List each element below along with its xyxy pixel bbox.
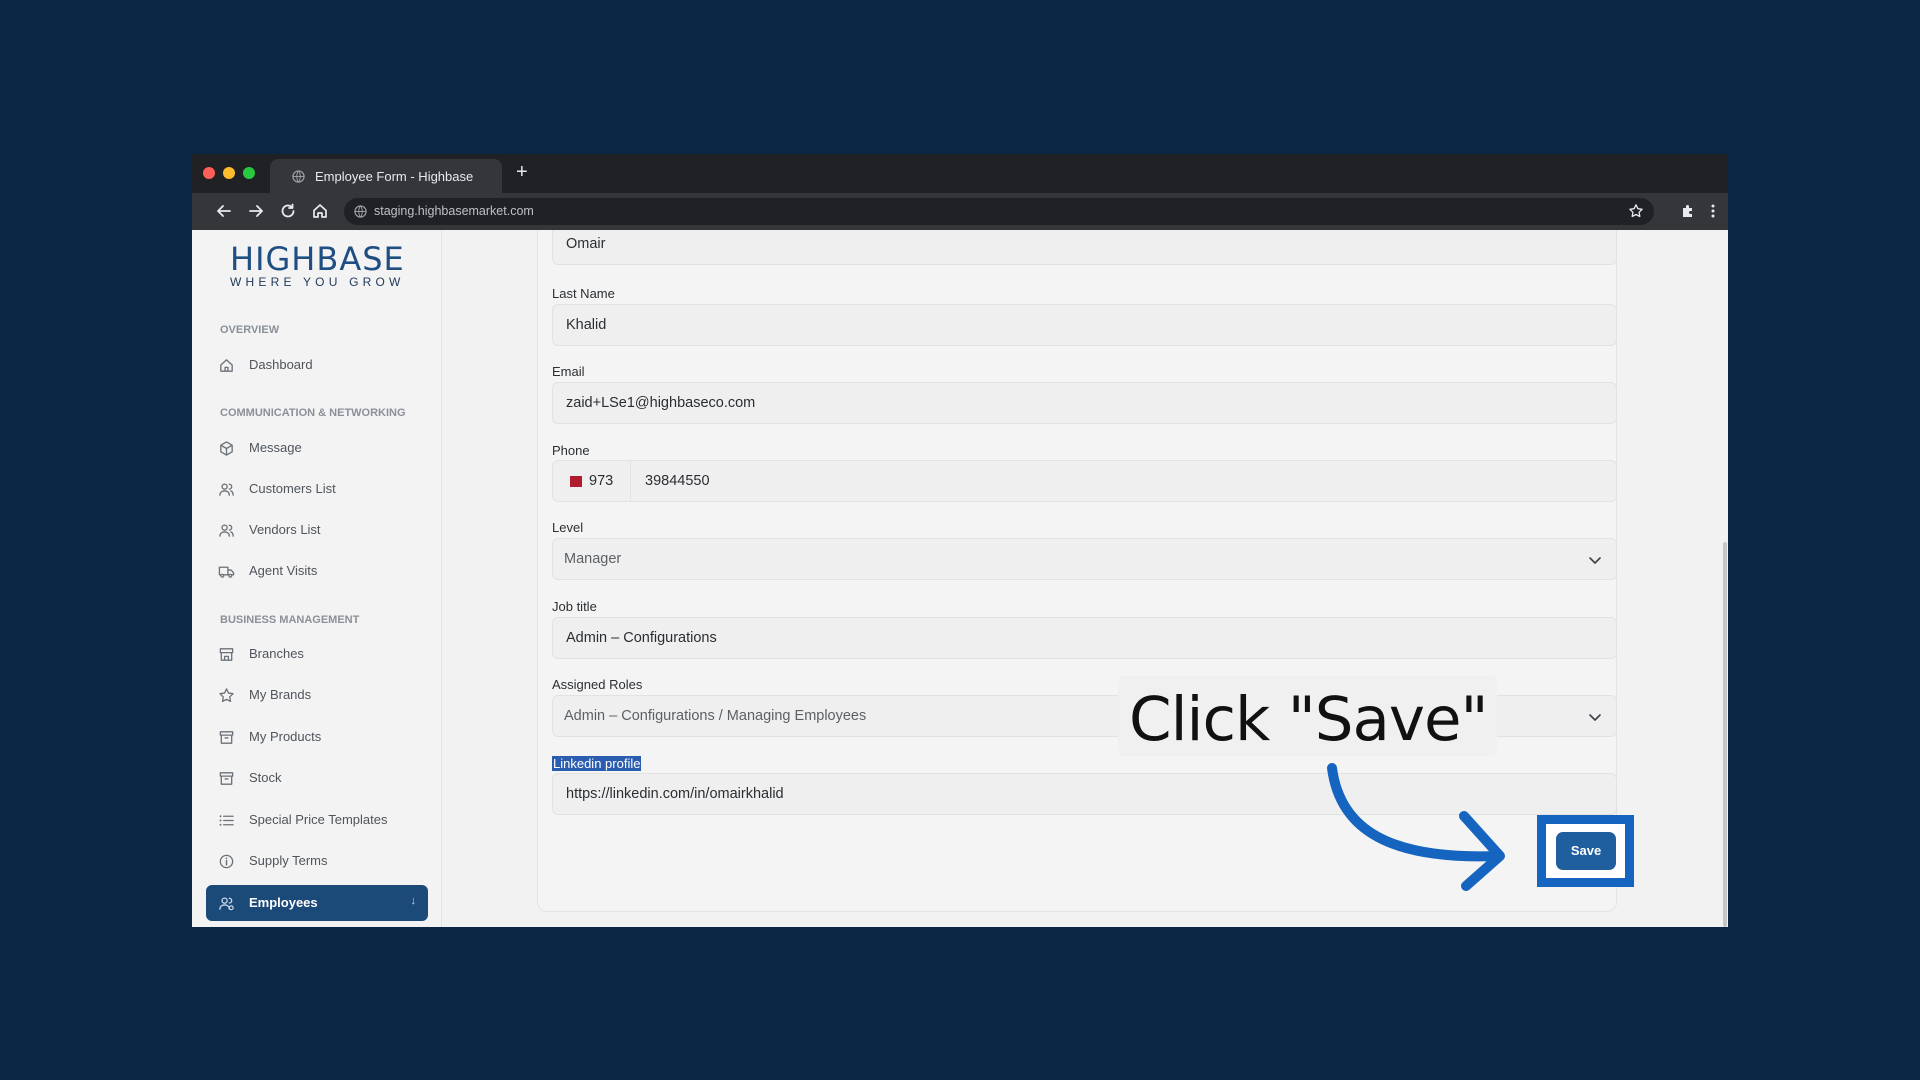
sidebar-item-branches[interactable]: Branches [206,636,428,672]
sidebar-item-vendors-list[interactable]: Vendors List [206,512,428,548]
bahrain-flag-icon[interactable] [570,476,582,487]
last-name-field[interactable]: Khalid [552,304,1617,346]
chevron-down-icon [1589,557,1601,564]
phone-divider [630,461,631,501]
new-tab-button[interactable]: + [516,162,528,182]
sidebar-item-supply-terms[interactable]: Supply Terms [206,843,428,879]
store-icon [219,648,234,661]
linkedin-label: Linkedin profile [552,756,642,771]
section-label-business-management: BUSINESS MANAGEMENT [220,614,360,626]
browser-toolbar: staging.highbasemarket.com [192,193,1728,230]
url-text: staging.highbasemarket.com [374,204,534,218]
cube-icon [220,441,233,456]
sidebar-item-dashboard[interactable]: Dashboard [206,347,428,383]
sidebar-item-employees[interactable]: Employees ↓ [206,885,428,921]
email-field[interactable]: zaid+LSe1@highbaseco.com [552,382,1617,424]
job-title-field[interactable]: Admin – Configurations [552,617,1617,659]
info-icon [219,854,234,869]
home-icon[interactable] [311,202,329,220]
back-icon[interactable] [215,202,233,220]
page-scrollbar[interactable] [1722,230,1728,927]
globe-icon [292,170,305,183]
pointer-arrow-icon [1327,763,1505,891]
sidebar-item-stock[interactable]: Stock [206,760,428,796]
users-cog-icon [219,897,234,911]
job-title-label: Job title [552,599,597,614]
assigned-roles-label: Assigned Roles [552,677,643,692]
level-label: Level [552,520,584,535]
browser-menu-icon[interactable] [1704,202,1722,220]
chevron-down-icon [1589,714,1601,721]
section-label-overview: OVERVIEW [220,324,280,336]
close-window-button[interactable] [203,167,215,179]
bookmark-star-icon[interactable] [1628,203,1644,219]
sidebar-item-special-price-templates[interactable]: Special Price Templates [206,802,428,838]
extensions-puzzle-icon[interactable] [1679,202,1697,220]
phone-label: Phone [552,443,590,458]
sidebar-item-my-brands[interactable]: My Brands [206,677,428,713]
list-icon [219,815,234,826]
sidebar-item-my-products[interactable]: My Products [206,719,428,755]
sidebar-item-customers-list[interactable]: Customers List [206,471,428,507]
box-icon [219,772,234,785]
phone-field[interactable]: 973 39844550 [552,460,1617,502]
first-name-field[interactable]: Omair [552,230,1617,265]
forward-icon[interactable] [247,202,265,220]
scrollbar-thumb[interactable] [1723,542,1727,927]
phone-country-code[interactable]: 973 [589,473,613,489]
box-icon [219,731,234,744]
site-info-icon[interactable] [354,205,367,218]
maximize-window-button[interactable] [243,167,255,179]
section-label-communication: COMMUNICATION & NETWORKING [220,407,406,419]
chevron-down-icon: ↓ [410,895,417,907]
instruction-callout: Click "Save" [1118,676,1497,756]
sidebar-item-agent-visits[interactable]: Agent Visits [206,553,428,589]
star-icon [219,688,234,703]
sidebar: HIGHBASE WHERE YOU GROW OVERVIEW Dashboa… [192,230,442,927]
tab-title: Employee Form - Highbase [315,169,474,184]
address-bar[interactable]: staging.highbasemarket.com [344,198,1654,225]
email-label: Email [552,364,585,379]
home-icon [220,359,233,372]
last-name-label: Last Name [552,286,615,301]
browser-tab[interactable]: Employee Form - Highbase [270,159,502,193]
truck-icon [218,566,235,578]
users-icon [219,524,234,537]
users-icon [219,483,234,496]
save-button[interactable]: Save [1556,832,1616,870]
minimize-window-button[interactable] [223,167,235,179]
phone-number: 39844550 [645,473,710,489]
highbase-logo[interactable]: HIGHBASE WHERE YOU GROW [230,242,404,289]
level-select[interactable]: Manager [552,538,1617,580]
callout-text: Click "Save" [1129,684,1489,755]
sidebar-item-message[interactable]: Message [206,430,428,466]
reload-icon[interactable] [279,202,297,220]
tab-bar: Employee Form - Highbase + [192,154,1728,193]
